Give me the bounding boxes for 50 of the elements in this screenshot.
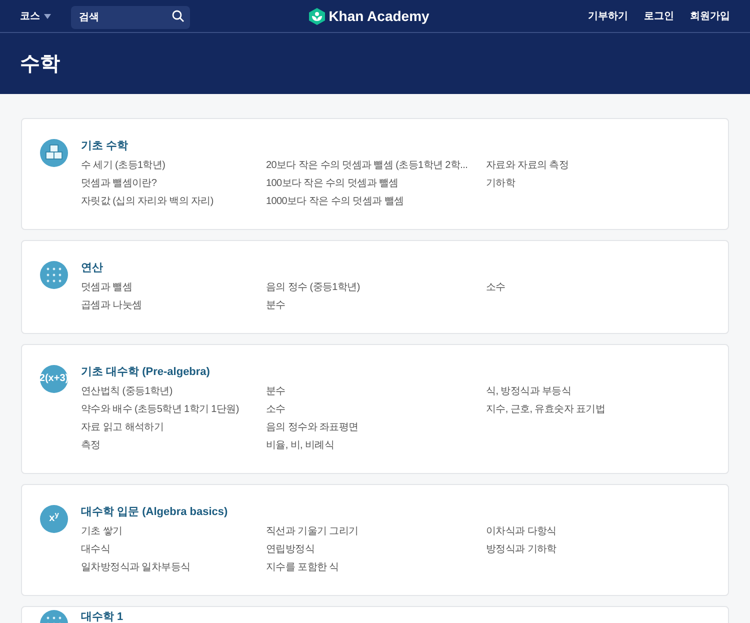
search-icon bbox=[172, 10, 184, 22]
topic-link[interactable]: 기초 쌓기 bbox=[81, 523, 122, 541]
math-symbols-icon bbox=[40, 261, 68, 289]
topic-link[interactable]: 이차식과 다항식 bbox=[486, 523, 556, 541]
topic-link[interactable]: 자료 읽고 해석하기 bbox=[81, 419, 164, 437]
search-field[interactable]: 검색 bbox=[71, 6, 190, 28]
topic-link[interactable]: 소수 bbox=[266, 401, 286, 419]
formula-icon: x$^{y}$ bbox=[40, 505, 68, 533]
subject-title[interactable]: 대수학 입문 (Algebra basics) bbox=[81, 505, 710, 519]
subject-title[interactable]: 연산 bbox=[81, 261, 710, 275]
topic-link[interactable]: 방정식과 기하학 bbox=[486, 541, 556, 559]
logo-text: Khan Academy bbox=[328, 6, 430, 26]
topic-link[interactable]: 지수를 포함한 식 bbox=[266, 559, 339, 577]
topic-link[interactable]: 자료와 자료의 측정 bbox=[486, 157, 569, 175]
topic-link[interactable]: 식, 방정식과 부등식 bbox=[486, 383, 572, 401]
topic-link[interactable]: 일차방정식과 일차부등식 bbox=[81, 559, 190, 577]
nav-link[interactable]: 기부하기 bbox=[588, 8, 628, 24]
subject-title[interactable]: 대수학 1 bbox=[81, 610, 710, 623]
topic-link[interactable]: 20보다 작은 수의 덧셈과 뺄셈 (초등1학년 2학... bbox=[266, 157, 468, 175]
topic-link[interactable]: 비율, 비, 비례식 bbox=[266, 437, 334, 455]
topic-link[interactable]: 소수 bbox=[486, 279, 506, 297]
page-title: 수학 bbox=[20, 52, 60, 76]
topic-link[interactable]: 연산법칙 (중등1학년) bbox=[81, 383, 172, 401]
subject-title[interactable]: 기초 수학 bbox=[81, 139, 710, 153]
subject-title[interactable]: 기초 대수학 (Pre-algebra) bbox=[81, 365, 710, 379]
formula-icon: 2(x+3) bbox=[40, 365, 68, 393]
topic-link[interactable]: 측정 bbox=[81, 437, 100, 455]
topic-link[interactable]: 곱셈과 나눗셈 bbox=[81, 297, 142, 315]
topic-link[interactable]: 1000보다 작은 수의 덧셈과 뺄셈 bbox=[266, 193, 404, 211]
topic-link[interactable]: 수 세기 (초등1학년) bbox=[81, 157, 166, 175]
topic-link[interactable]: 분수 bbox=[266, 383, 286, 401]
topic-link[interactable]: 100보다 작은 수의 덧셈과 뺄셈 bbox=[266, 175, 398, 193]
topic-link[interactable]: 약수와 배수 (초등5학년 1학기 1단원) bbox=[81, 401, 239, 419]
topic-link[interactable]: 기하학 bbox=[486, 175, 516, 193]
logo-icon bbox=[308, 8, 325, 24]
topic-link[interactable]: 덧셈과 뺄셈 bbox=[81, 279, 132, 297]
cubes-icon bbox=[40, 139, 68, 167]
nav-link[interactable]: 회원가입 bbox=[690, 8, 730, 24]
topic-link[interactable]: 덧셈과 뺄셈이란? bbox=[81, 175, 157, 193]
topic-link[interactable]: 직선과 기울기 그리기 bbox=[266, 523, 358, 541]
topic-link[interactable]: 음의 정수와 좌표평면 bbox=[266, 419, 358, 437]
caret-down-icon bbox=[44, 14, 51, 18]
courses-menu-button[interactable]: 코스 bbox=[20, 8, 51, 24]
topic-link[interactable]: 연립방정식 bbox=[266, 541, 315, 559]
topic-link[interactable]: 대수식 bbox=[81, 541, 110, 559]
topic-link[interactable]: 음의 정수 (중등1학년) bbox=[266, 279, 360, 297]
nav-link[interactable]: 로그인 bbox=[644, 8, 674, 24]
topic-link[interactable]: 자릿값 (십의 자리와 백의 자리) bbox=[81, 193, 214, 211]
topic-link[interactable]: 지수, 근호, 유효숫자 표기법 bbox=[486, 401, 606, 419]
topic-link[interactable]: 분수 bbox=[266, 297, 286, 315]
